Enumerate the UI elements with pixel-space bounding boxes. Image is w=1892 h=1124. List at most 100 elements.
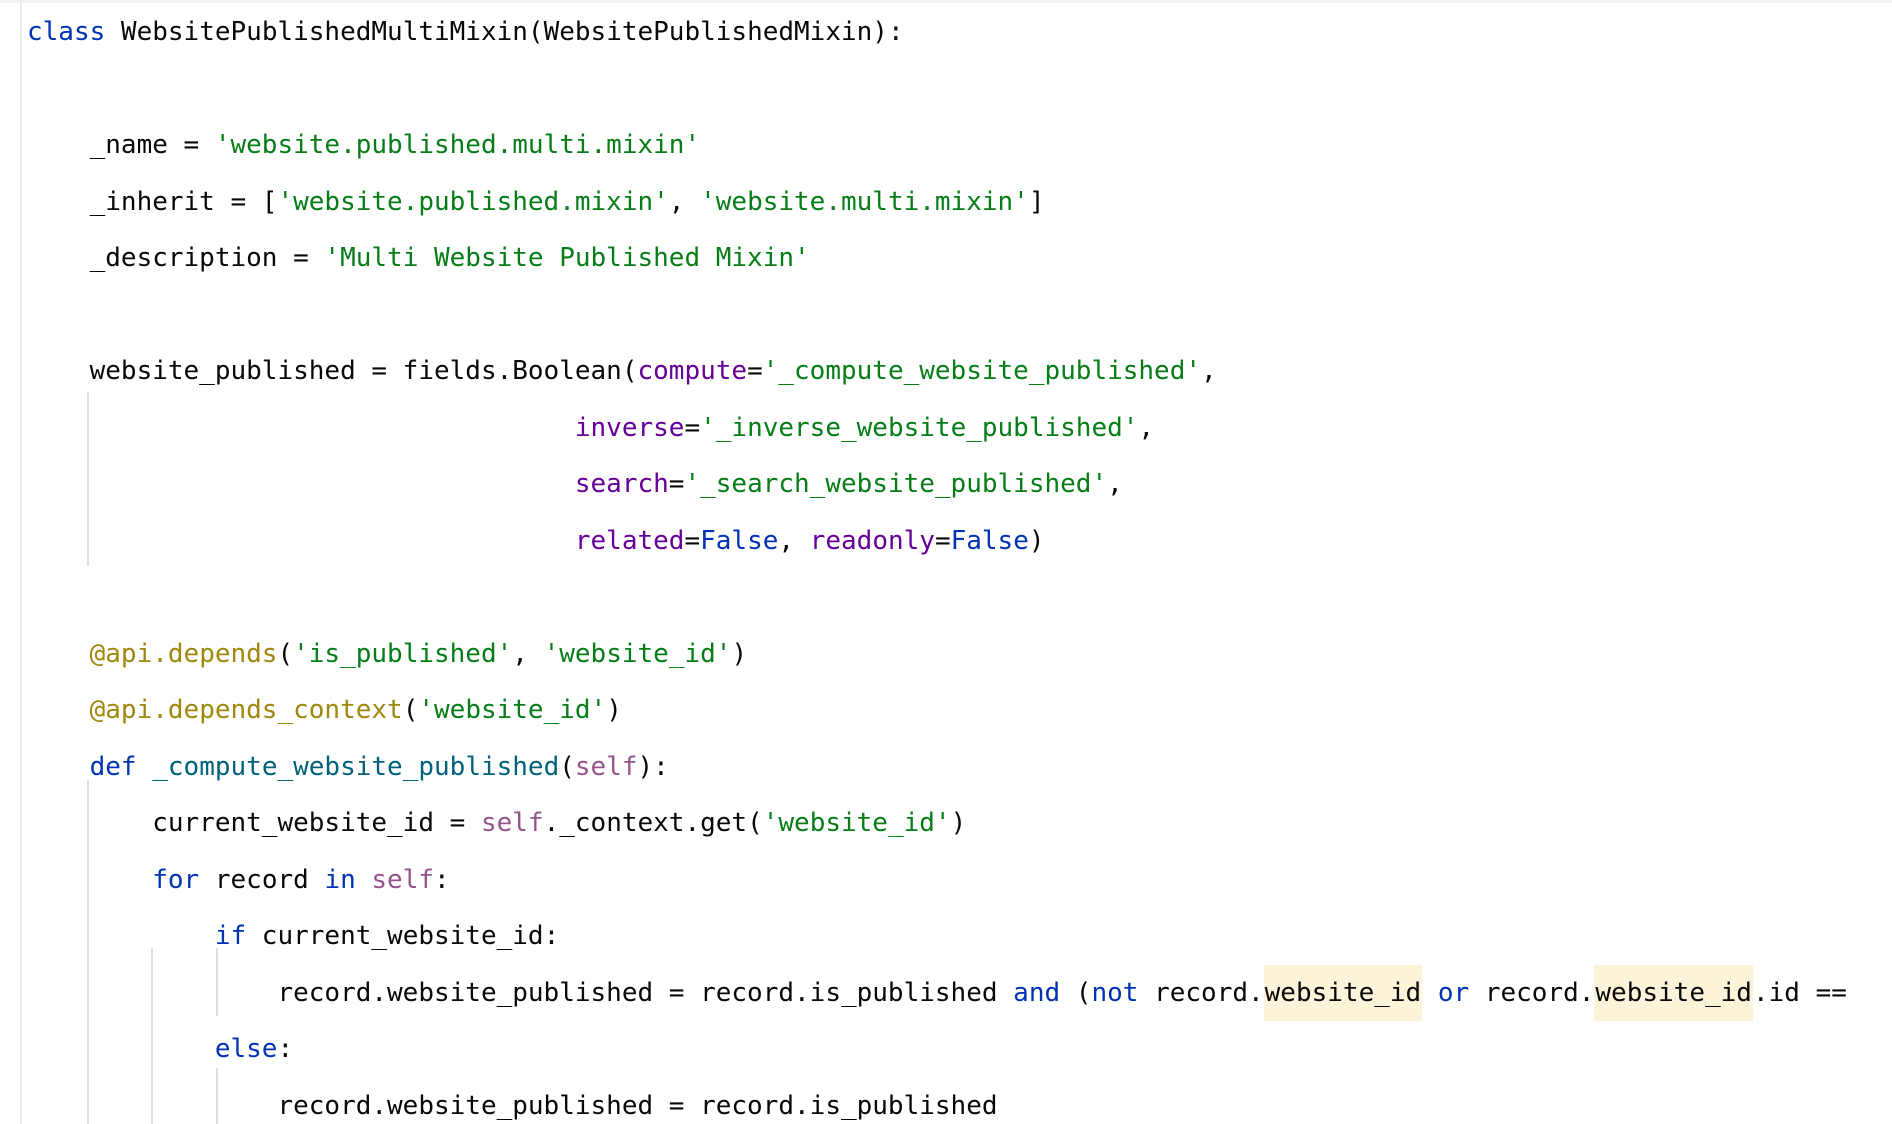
code-token: 'is_published' bbox=[293, 638, 513, 669]
editor-top-border bbox=[0, 0, 1892, 3]
code-token: if bbox=[214, 921, 247, 951]
code-token: record.website_published = record.is_pub… bbox=[27, 977, 1014, 1008]
code-token: or bbox=[1437, 977, 1470, 1008]
code-token: False bbox=[950, 525, 1029, 556]
code-token: 'website_id' bbox=[418, 695, 607, 725]
code-token: = bbox=[684, 412, 701, 443]
code-token: record. bbox=[1138, 977, 1264, 1008]
code-token: '_search_website_published' bbox=[684, 469, 1108, 499]
code-line[interactable]: related=False, readonly=False) bbox=[27, 513, 1045, 569]
gutter-separator bbox=[20, 0, 22, 1124]
code-line[interactable]: else: bbox=[27, 1021, 293, 1077]
code-token: , bbox=[1107, 469, 1123, 499]
code-token: = bbox=[668, 469, 685, 499]
code-line[interactable]: for record in self: bbox=[27, 852, 450, 908]
code-token: : bbox=[434, 864, 450, 895]
code-token: in bbox=[324, 864, 356, 895]
code-token: 'website.published.mixin' bbox=[277, 186, 669, 217]
code-line[interactable]: _name = 'website.published.multi.mixin' bbox=[27, 117, 701, 173]
code-token: ( bbox=[559, 751, 575, 782]
code-token: = bbox=[684, 525, 701, 556]
code-token: WebsitePublishedMultiMixin(WebsitePublis… bbox=[105, 17, 904, 47]
code-token: , bbox=[778, 525, 810, 556]
code-token: record.website_published = record.is_pub… bbox=[27, 1090, 998, 1121]
code-token: not bbox=[1091, 977, 1139, 1008]
code-token: inverse bbox=[574, 412, 685, 443]
code-line[interactable]: @api.depends_context('website_id') bbox=[27, 682, 622, 738]
code-token: ): bbox=[637, 751, 669, 782]
code-line[interactable]: _inherit = ['website.published.mixin', '… bbox=[27, 174, 1045, 230]
code-token: 'website_id' bbox=[762, 808, 951, 838]
code-token: False bbox=[700, 525, 779, 556]
code-token: : bbox=[277, 1034, 294, 1064]
code-editor[interactable]: class WebsitePublishedMultiMixin(Website… bbox=[0, 0, 1892, 1124]
code-token: ( bbox=[402, 695, 419, 725]
code-line[interactable]: record.website_published = record.is_pub… bbox=[27, 1078, 998, 1124]
code-token: _description = bbox=[27, 243, 325, 273]
code-token: current_website_id: bbox=[246, 921, 560, 951]
code-token: , bbox=[512, 638, 544, 669]
code-token: _inherit = [ bbox=[27, 186, 278, 217]
code-token: 'Multi Website Published Mixin' bbox=[324, 243, 810, 273]
code-token: ) bbox=[731, 638, 748, 669]
code-token: = bbox=[747, 356, 763, 386]
code-token: ( bbox=[1060, 977, 1092, 1008]
code-token: @api.depends_context bbox=[89, 695, 403, 725]
code-token: '_inverse_website_published' bbox=[700, 412, 1139, 443]
code-token: def bbox=[89, 751, 137, 782]
code-token: = bbox=[934, 525, 951, 556]
code-line[interactable]: class WebsitePublishedMultiMixin(Website… bbox=[27, 4, 904, 60]
code-token: readonly bbox=[809, 525, 935, 556]
code-token: related bbox=[574, 525, 685, 556]
code-token: class bbox=[27, 17, 106, 47]
code-token: compute bbox=[637, 356, 748, 386]
code-token: ] bbox=[1028, 186, 1045, 217]
code-token: record. bbox=[1469, 977, 1595, 1008]
code-token: @api.depends bbox=[89, 638, 278, 669]
code-line[interactable]: current_website_id = self._context.get('… bbox=[27, 795, 966, 851]
code-token: ( bbox=[277, 638, 294, 669]
code-token: 'website.multi.mixin' bbox=[700, 186, 1029, 217]
code-line[interactable]: def _compute_website_published(self): bbox=[27, 739, 669, 795]
code-token: .id == bbox=[1752, 977, 1847, 1008]
code-token: self bbox=[371, 864, 435, 895]
code-token: 'website.published.multi.mixin' bbox=[214, 130, 701, 160]
code-token: _compute_website_published bbox=[152, 751, 560, 782]
code-token: current_website_id = bbox=[27, 808, 481, 838]
code-token: website_published = fields.Boolean( bbox=[27, 356, 638, 386]
code-line[interactable]: if current_website_id: bbox=[27, 908, 559, 964]
code-token: _name = bbox=[27, 130, 215, 160]
code-token: else bbox=[214, 1034, 278, 1064]
code-line[interactable]: inverse='_inverse_website_published', bbox=[27, 400, 1154, 456]
code-token: ) bbox=[1028, 525, 1045, 556]
code-token: ) bbox=[950, 808, 967, 838]
code-token: self bbox=[480, 808, 544, 838]
code-token: , bbox=[1201, 356, 1217, 386]
code-line[interactable]: _description = 'Multi Website Published … bbox=[27, 230, 810, 286]
code-token: 'website_id' bbox=[543, 638, 732, 669]
code-line[interactable]: record.website_published = record.is_pub… bbox=[27, 964, 1847, 1021]
code-token: '_compute_website_published' bbox=[762, 356, 1202, 386]
code-token: self bbox=[574, 751, 638, 782]
code-line[interactable]: search='_search_website_published', bbox=[27, 456, 1123, 512]
highlighted-usage: website_id bbox=[1594, 964, 1753, 1021]
code-line[interactable]: website_published = fields.Boolean(compu… bbox=[27, 343, 1217, 399]
code-token: for bbox=[152, 864, 200, 895]
highlighted-usage: website_id bbox=[1263, 964, 1423, 1021]
code-token: search bbox=[574, 469, 669, 499]
code-token: , bbox=[668, 186, 701, 217]
code-token: record bbox=[199, 864, 325, 895]
code-line[interactable]: @api.depends('is_published', 'website_id… bbox=[27, 626, 747, 682]
